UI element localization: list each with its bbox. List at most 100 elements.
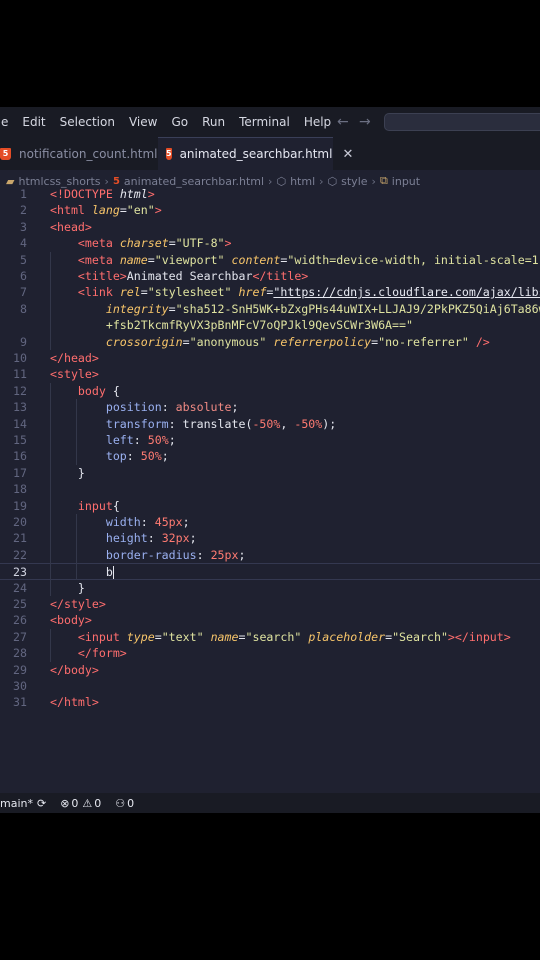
menu-edit[interactable]: Edit	[15, 107, 52, 137]
line-number: 7	[20, 285, 27, 300]
code-line[interactable]: 9 crossorigin="anonymous" referrerpolicy…	[0, 334, 540, 350]
line-number: 29	[13, 662, 27, 677]
error-count[interactable]: 0	[71, 797, 78, 810]
error-icon: ⊗	[60, 796, 70, 810]
line-number: 25	[13, 597, 27, 611]
line-number: 26	[13, 613, 27, 628]
code-text: +fsb2TkcmfRyVX3pBnMFcV7oQPJkl9QevSCWr3W6…	[105, 318, 413, 333]
menu-file[interactable]: e	[0, 107, 15, 137]
warning-icon: ⚠	[82, 796, 93, 810]
line-number: 1	[20, 187, 27, 201]
code-text: width: 45px;	[105, 515, 190, 529]
code-line[interactable]: 14 transform: translate(-50%, -50%);	[0, 416, 540, 432]
code-line[interactable]: +fsb2TkcmfRyVX3pBnMFcV7oQPJkl9QevSCWr3W6…	[0, 317, 540, 333]
menu-view[interactable]: View	[122, 107, 164, 137]
sync-icon[interactable]: ⟳	[37, 797, 46, 810]
code-line[interactable]: 25 </style>	[0, 596, 540, 612]
code-line[interactable]: 31 </html>	[0, 694, 540, 710]
menu-terminal[interactable]: Terminal	[232, 107, 297, 137]
code-text: }	[50, 580, 85, 595]
code-line[interactable]: 22 border-radius: 25px;	[0, 547, 540, 563]
line-number: 11	[13, 367, 27, 382]
code-text: </head>	[50, 351, 99, 365]
code-text: crossorigin="anonymous" referrerpolicy="…	[105, 334, 490, 349]
code-text: <html lang="en">	[50, 203, 162, 218]
command-center-search[interactable]	[384, 113, 540, 131]
ports-count[interactable]: 0	[127, 797, 134, 810]
code-line[interactable]: 27 <input type="text" name="search" plac…	[0, 629, 540, 645]
code-text: <meta charset="UTF-8">	[77, 236, 232, 251]
code-line[interactable]: 16 top: 50%;	[0, 448, 540, 464]
tab-label: notification_count.html	[19, 146, 158, 161]
branch-name[interactable]: main*	[0, 797, 33, 810]
code-line[interactable]: 12 body {	[0, 383, 540, 399]
code-line[interactable]: 2 <html lang="en">	[0, 202, 540, 218]
code-line[interactable]: 19 input{	[0, 498, 540, 514]
code-text: <body>	[50, 613, 92, 628]
code-line[interactable]: 21 height: 32px;	[0, 530, 540, 546]
code-line[interactable]: 29 </body>	[0, 662, 540, 678]
warning-count[interactable]: 0	[94, 797, 101, 810]
line-number: 30	[13, 679, 27, 693]
code-line[interactable]: 10 </head>	[0, 350, 540, 366]
text-cursor	[112, 566, 114, 580]
code-line[interactable]: 11 <style>	[0, 366, 540, 382]
code-line-current[interactable]: 23 b	[0, 563, 540, 580]
line-number: 2	[20, 203, 27, 218]
code-editor[interactable]: 1 <!DOCTYPE html> 2 <html lang="en"> 3 <head>…	[0, 186, 540, 796]
line-number: 12	[13, 383, 27, 398]
code-text: <input type="text" name="search" placeho…	[77, 629, 511, 644]
line-number: 14	[13, 416, 27, 431]
code-text: b	[105, 565, 114, 580]
menu-help[interactable]: Help	[297, 107, 338, 137]
code-line[interactable]: 26 <body>	[0, 612, 540, 628]
menu-run[interactable]: Run	[195, 107, 232, 137]
indent-guide	[50, 382, 51, 596]
code-text: <head>	[50, 219, 92, 234]
html5-icon: 5	[166, 148, 172, 160]
tab-notification-count[interactable]: 5 notification_count.html	[0, 137, 158, 170]
close-icon[interactable]: ✕	[342, 147, 353, 162]
line-number: 6	[20, 269, 27, 283]
line-number: 15	[13, 433, 27, 447]
indent-guide	[76, 399, 77, 465]
forward-arrow-icon[interactable]: →	[359, 114, 371, 130]
tab-animated-searchbar[interactable]: 5 animated_searchbar.html ✕	[158, 137, 353, 170]
code-text: position: absolute;	[105, 400, 239, 415]
code-line[interactable]: 15 left: 50%;	[0, 432, 540, 448]
indent-guide	[76, 514, 77, 580]
back-arrow-icon[interactable]: ←	[337, 114, 349, 130]
code-line[interactable]: 13 position: absolute;	[0, 399, 540, 415]
code-line[interactable]: 8 integrity="sha512-SnH5WK+bZxgPHs44uWIX…	[0, 301, 540, 317]
line-number: 22	[13, 547, 27, 562]
line-number: 9	[20, 334, 27, 349]
code-line[interactable]: 20 width: 45px;	[0, 514, 540, 530]
code-text: left: 50%;	[105, 433, 176, 447]
code-line[interactable]: 6 <title>Animated Searchbar</title>	[0, 268, 540, 284]
line-number: 4	[20, 236, 27, 251]
code-line[interactable]: 7 <link rel="stylesheet" href="https://c…	[0, 284, 540, 300]
menu-selection[interactable]: Selection	[53, 107, 122, 137]
line-number: 8	[20, 301, 27, 316]
tab-label: animated_searchbar.html	[179, 147, 333, 161]
indent-guide	[50, 251, 51, 350]
menu-go[interactable]: Go	[164, 107, 195, 137]
line-number: 3	[20, 219, 27, 234]
code-line[interactable]: 18	[0, 481, 540, 497]
line-number: 18	[13, 482, 27, 497]
code-line[interactable]: 28 </form>	[0, 645, 540, 661]
code-line[interactable]: 5 <meta name="viewport" content="width=d…	[0, 252, 540, 268]
code-line[interactable]: 4 <meta charset="UTF-8">	[0, 235, 540, 251]
code-line[interactable]: 3 <head>	[0, 219, 540, 235]
code-text: transform: translate(-50%, -50%);	[105, 416, 337, 431]
code-text: input{	[77, 498, 120, 513]
html5-icon: 5	[0, 147, 11, 160]
code-line[interactable]: 24 }	[0, 580, 540, 596]
code-text: <style>	[50, 367, 99, 382]
code-line[interactable]: 1 <!DOCTYPE html>	[0, 186, 540, 202]
code-text: </style>	[50, 597, 106, 611]
code-text: </form>	[77, 646, 127, 661]
code-line[interactable]: 17 }	[0, 465, 540, 481]
code-line[interactable]: 30	[0, 678, 540, 694]
code-text: <!DOCTYPE html>	[50, 187, 155, 201]
